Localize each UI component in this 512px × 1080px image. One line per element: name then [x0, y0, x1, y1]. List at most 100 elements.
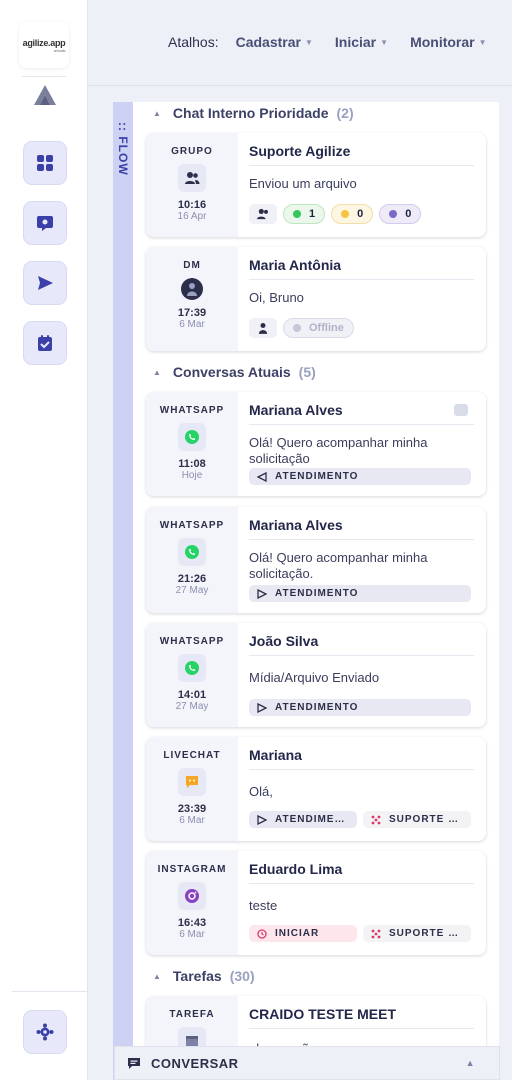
menu-label: Monitorar — [410, 34, 475, 50]
green-counter: 1 — [283, 204, 326, 224]
counter-value: 0 — [405, 208, 412, 220]
calendar-check-icon — [38, 335, 52, 351]
card-date: 6 Mar — [179, 815, 205, 826]
team-label: SUPORTE … — [389, 928, 460, 939]
stage-pill[interactable]: ATENDIMENTO — [249, 468, 471, 485]
card-date: 6 Mar — [179, 929, 205, 940]
user-icon — [258, 323, 268, 334]
last-message: teste — [249, 898, 278, 913]
card-channel-column: INSTAGRAM 16:43 6 Mar — [146, 851, 238, 955]
chat-bubble-icon — [37, 216, 53, 231]
brand-mark-icon — [34, 85, 56, 105]
instagram-icon — [178, 882, 206, 910]
channel-label: DM — [183, 260, 201, 271]
stage-pill[interactable]: INICIAR — [249, 925, 357, 942]
flag-icon — [257, 471, 267, 482]
last-message: Olá, — [249, 784, 273, 799]
contact-name: Eduardo Lima — [249, 861, 474, 884]
stage-pill[interactable]: ATENDIME… — [249, 811, 357, 828]
send-icon — [38, 276, 53, 290]
section-chat-interno[interactable]: ▲ Chat Interno Prioridade (2) — [153, 105, 354, 121]
flow-rail-label: :: FLOW — [116, 122, 130, 176]
contact-name: João Silva — [249, 633, 474, 656]
scroll-area-edge — [499, 86, 512, 1080]
menu-monitorar[interactable]: Monitorar ▼ — [410, 34, 486, 50]
stage-label: ATENDIMENTO — [275, 588, 359, 599]
card-channel-column: LIVECHAT 23:39 6 Mar — [146, 737, 238, 841]
collapse-icon: ▲ — [153, 367, 161, 377]
team-icon — [371, 815, 381, 824]
menu-iniciar[interactable]: Iniciar ▼ — [335, 34, 388, 50]
participants-button[interactable] — [249, 204, 277, 224]
group-icon — [257, 208, 268, 220]
counter-value: 1 — [309, 208, 316, 220]
section-count: (2) — [336, 105, 354, 121]
purple-dot-icon — [389, 210, 398, 218]
card-date: 27 May — [175, 701, 209, 712]
team-pill[interactable]: SUPORTE … — [363, 811, 471, 828]
presence-status: Offline — [283, 318, 354, 338]
stage-label: ATENDIMENTO — [275, 471, 359, 482]
team-icon — [371, 929, 381, 938]
conversation-card[interactable]: DM 17:39 6 Mar Maria Antônia Oi, Bruno O… — [146, 247, 486, 351]
card-time: 14:01 — [177, 689, 207, 701]
section-title: Conversas Atuais — [172, 364, 291, 380]
card-date: Hoje — [181, 470, 203, 481]
sidebar-item-send[interactable] — [23, 261, 67, 305]
chat-icon — [128, 1057, 140, 1069]
card-channel-column: WHATSAPP 11:08 Hoje — [146, 392, 238, 496]
contact-name: Maria Antônia — [249, 257, 474, 280]
flow-rail[interactable]: :: FLOW — [113, 102, 133, 1080]
card-date: 16 Apr — [177, 211, 207, 222]
sidebar-item-tasks[interactable] — [23, 321, 67, 365]
conversation-card[interactable]: INSTAGRAM 16:43 6 Mar Eduardo Lima teste… — [146, 851, 486, 955]
channel-label: WHATSAPP — [159, 405, 225, 416]
contact-name: Mariana Alves — [249, 517, 474, 540]
caret-down-icon: ▼ — [478, 37, 487, 47]
app-logo[interactable]: agilize.app ai tools — [19, 22, 69, 68]
conversation-card[interactable]: WHATSAPP 21:26 27 May Mariana Alves Olá!… — [146, 507, 486, 613]
clock-icon — [257, 928, 267, 939]
flag-icon — [257, 814, 267, 825]
top-bar: Atalhos: Cadastrar ▼ Iniciar ▼ Monitorar ▼ — [88, 0, 512, 86]
channel-label: WHATSAPP — [159, 520, 225, 531]
conversation-card[interactable]: WHATSAPP 11:08 Hoje Mariana Alves Olá! Q… — [146, 392, 486, 496]
conversation-card[interactable]: WHATSAPP 14:01 27 May João Silva Mídia/A… — [146, 623, 486, 727]
chevron-up-icon[interactable]: ▲ — [466, 1058, 475, 1068]
card-channel-column: DM 17:39 6 Mar — [146, 247, 238, 351]
settings-button[interactable] — [23, 1010, 67, 1054]
caret-down-icon: ▼ — [304, 37, 313, 47]
menu-label: Iniciar — [334, 34, 377, 50]
contact-name: Mariana Alves — [249, 402, 474, 425]
counter-value: 0 — [357, 208, 364, 220]
conversation-card[interactable]: LIVECHAT 23:39 6 Mar Mariana Olá, ATENDI… — [146, 737, 486, 841]
conversation-card[interactable]: GRUPO 10:16 16 Apr Suporte Agilize Envio… — [146, 133, 486, 237]
contact-name: Suporte Agilize — [249, 143, 474, 166]
sidebar-item-dashboard[interactable] — [23, 141, 67, 185]
channel-label: GRUPO — [171, 146, 213, 157]
section-title: Chat Interno Prioridade — [172, 105, 329, 121]
yellow-counter: 0 — [331, 204, 374, 224]
channel-label: WHATSAPP — [159, 636, 225, 647]
section-conversas-atuais[interactable]: ▲ Conversas Atuais (5) — [153, 364, 316, 380]
stage-pill[interactable]: ATENDIMENTO — [249, 699, 471, 716]
profile-button[interactable] — [249, 318, 277, 338]
gear-icon — [36, 1023, 54, 1041]
channel-label: LIVECHAT — [163, 750, 221, 761]
team-pill[interactable]: SUPORTE … — [363, 925, 471, 942]
grid-icon — [37, 155, 53, 171]
conversar-bar[interactable]: CONVERSAR ▲ — [114, 1046, 500, 1080]
conversar-label: CONVERSAR — [151, 1055, 239, 1071]
livechat-icon — [178, 768, 206, 796]
sidebar-item-chat[interactable] — [23, 201, 67, 245]
stage-label: ATENDIMENTO — [275, 702, 359, 713]
menu-cadastrar[interactable]: Cadastrar ▼ — [236, 34, 313, 50]
task-name: CRAIDO TESTE MEET — [249, 1006, 474, 1029]
last-message: Oi, Bruno — [249, 290, 304, 305]
purple-counter: 0 — [379, 204, 422, 224]
card-time: 10:16 — [177, 199, 207, 211]
section-tarefas[interactable]: ▲ Tarefas (30) — [153, 968, 255, 984]
stage-pill[interactable]: ATENDIMENTO — [249, 585, 471, 602]
channel-label: TAREFA — [169, 1009, 215, 1020]
logo-text: agilize.app — [22, 37, 66, 48]
